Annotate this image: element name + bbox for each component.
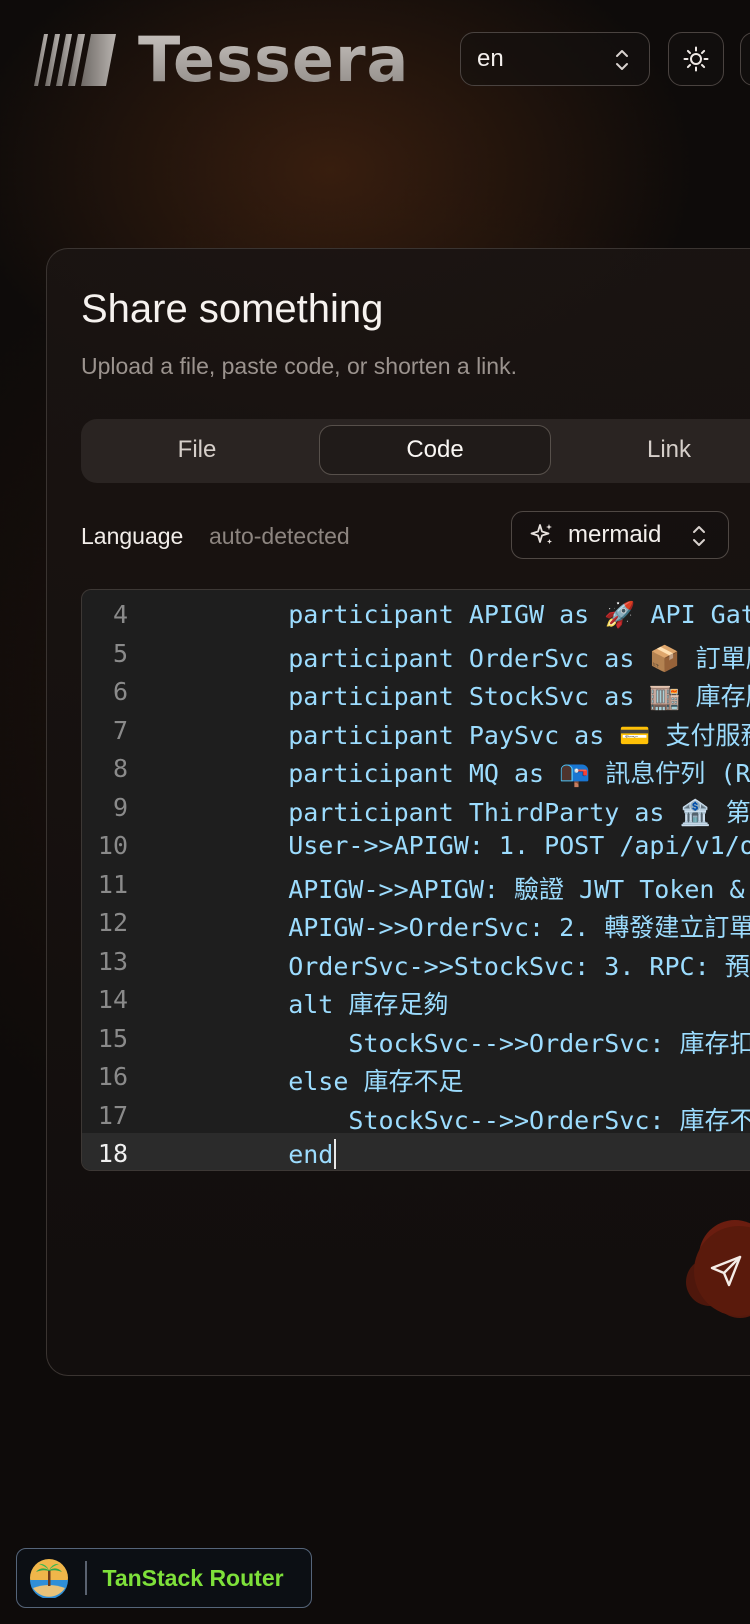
code-text: participant APIGW as 🚀 API Gat (228, 600, 750, 629)
code-line[interactable]: 10 User->>APIGW: 1. POST /api/v1/o (82, 825, 750, 864)
code-line[interactable]: 5 participant OrderSvc as 📦 訂單服 (82, 633, 750, 673)
code-text: APIGW->>OrderSvc: 2. 轉發建立訂單 (228, 913, 750, 942)
code-text: participant ThirdParty as 🏦 第三 (228, 797, 750, 827)
code-line[interactable]: 4 participant APIGW as 🚀 API Gat (82, 594, 750, 633)
line-number: 8 (112, 754, 128, 783)
code-text: participant StockSvc as 🏬 庫存服 (228, 682, 750, 711)
code-text: participant PaySvc as 💳 支付服務 (228, 720, 750, 750)
code-language-value: mermaid (568, 521, 662, 548)
language-auto-detected-hint: auto-detected (209, 523, 350, 549)
tanstack-palm-logo-icon (30, 1559, 68, 1598)
code-language-select[interactable]: mermaid (511, 511, 729, 559)
language-label: Language (81, 523, 184, 549)
code-text: participant MQ as 📭 訊息佇列 (Ra (228, 759, 750, 788)
language-select-value: en (477, 45, 504, 72)
code-text: User->>APIGW: 1. POST /api/v1/o (228, 831, 750, 860)
sun-icon (683, 46, 709, 72)
line-number: 18 (97, 1139, 128, 1168)
theme-toggle-button[interactable] (668, 32, 724, 86)
text-cursor (334, 1139, 337, 1169)
line-number: 9 (112, 792, 128, 822)
tab-file-label: File (177, 436, 217, 463)
code-text: else 庫存不足 (228, 1067, 464, 1096)
code-text: OrderSvc->>StockSvc: 3. RPC: 預扣 (228, 951, 750, 981)
devtools-label: TanStack Router (102, 1564, 284, 1591)
send-icon (710, 1255, 742, 1287)
share-subtitle: Upload a file, paste code, or shorten a … (81, 353, 517, 379)
code-line[interactable]: 11 APIGW->>APIGW: 驗證 JWT Token & (82, 864, 750, 904)
code-text: APIGW->>APIGW: 驗證 JWT Token & (228, 874, 745, 904)
share-card: Share something Upload a file, paste cod… (46, 248, 750, 1376)
code-line[interactable]: 8 participant MQ as 📭 訊息佇列 (Ra (82, 748, 750, 788)
language-select[interactable]: en (460, 32, 650, 86)
line-number: 5 (112, 638, 128, 668)
line-number: 6 (112, 677, 128, 706)
tab-file[interactable]: File (81, 425, 313, 475)
code-text: alt 庫存足夠 (228, 990, 449, 1019)
code-line[interactable]: 14 alt 庫存足夠 (82, 979, 750, 1019)
line-number: 7 (112, 715, 128, 745)
share-title: Share something (81, 287, 384, 331)
code-line[interactable]: 18 end (82, 1133, 750, 1170)
line-number: 15 (97, 1023, 128, 1053)
line-number: 12 (97, 908, 128, 937)
devtools-divider (85, 1561, 87, 1595)
line-number: 11 (97, 869, 128, 899)
line-number: 4 (112, 600, 128, 629)
tanstack-router-devtools-button[interactable]: TanStack Router (16, 1548, 312, 1608)
code-line[interactable]: 16 else 庫存不足 (82, 1056, 750, 1096)
code-line[interactable]: 12 APIGW->>OrderSvc: 2. 轉發建立訂單 (82, 902, 750, 942)
code-line[interactable]: 15 StockSvc-->>OrderSvc: 庫存扣 (82, 1018, 750, 1058)
line-number: 16 (97, 1062, 128, 1091)
code-line[interactable]: 17 StockSvc-->>OrderSvc: 庫存不 (82, 1095, 750, 1135)
code-line[interactable]: 7 participant PaySvc as 💳 支付服務 (82, 710, 750, 750)
brand-logo[interactable]: Tessera (34, 28, 409, 92)
code-text: StockSvc-->>OrderSvc: 庫存扣 (228, 1028, 750, 1058)
logo-mark-icon (34, 34, 116, 86)
line-number: 14 (97, 985, 128, 1014)
chevron-up-down-icon (616, 50, 628, 70)
language-row: Language auto-detected mermaid (81, 511, 750, 561)
code-text: participant OrderSvc as 📦 訂單服 (228, 643, 750, 673)
code-text: StockSvc-->>OrderSvc: 庫存不 (228, 1105, 750, 1135)
line-number: 13 (97, 946, 128, 976)
chevron-up-down-icon (693, 526, 705, 546)
app-header: Tessera en (0, 0, 750, 120)
code-text: end (228, 1139, 337, 1169)
line-number: 10 (97, 831, 128, 860)
code-line[interactable]: 6 participant StockSvc as 🏬 庫存服 (82, 671, 750, 711)
tab-code[interactable]: Code (319, 425, 551, 475)
code-line[interactable]: 13 OrderSvc->>StockSvc: 3. RPC: 預扣 (82, 941, 750, 981)
code-line[interactable]: 9 participant ThirdParty as 🏦 第三 (82, 787, 750, 827)
header-extra-button[interactable] (740, 32, 750, 86)
brand-name: Tessera (138, 23, 410, 96)
share-mode-tabs: File Code Link (81, 419, 750, 483)
sparkles-icon (530, 524, 552, 544)
code-editor[interactable]: 4 participant APIGW as 🚀 API Gat 5 partic… (81, 589, 750, 1171)
tab-link-label: Link (646, 436, 692, 463)
tab-code-label: Code (406, 436, 464, 463)
line-number: 17 (97, 1100, 128, 1130)
tab-link[interactable]: Link (553, 425, 750, 475)
